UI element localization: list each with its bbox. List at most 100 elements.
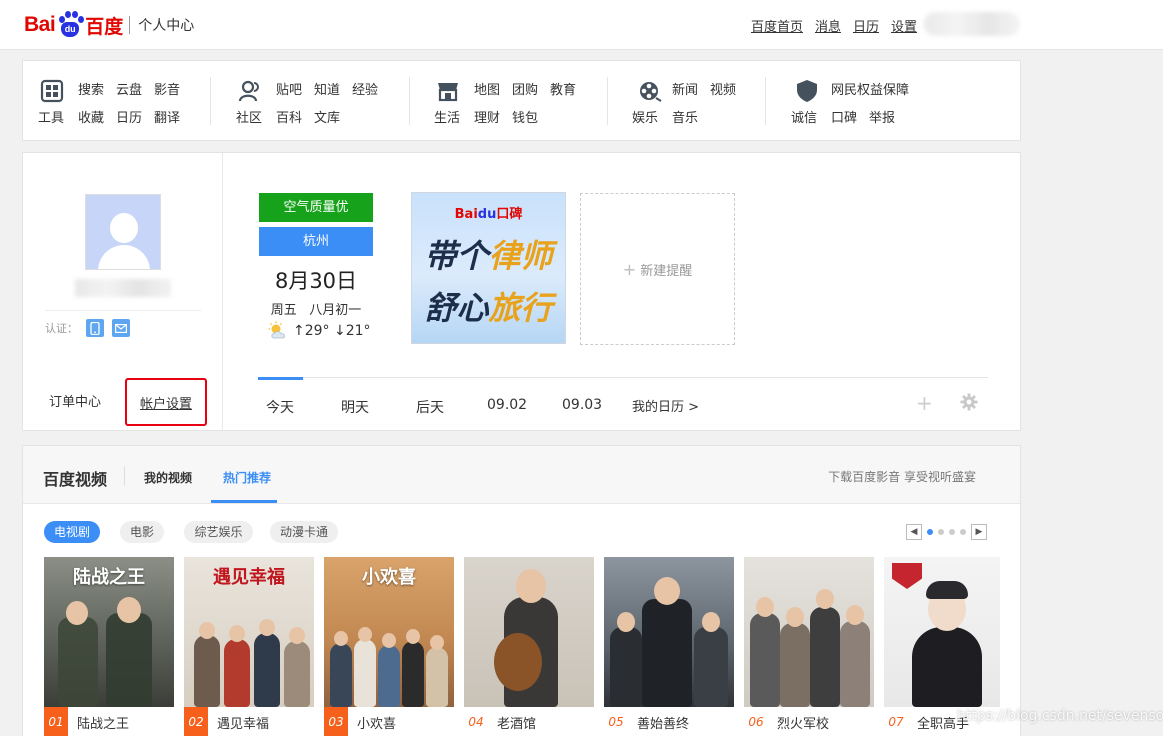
nav-wallet[interactable]: 钱包	[512, 105, 538, 133]
day-tab-today[interactable]: 今天	[266, 397, 294, 417]
video-title[interactable]: 烈火军校	[777, 713, 829, 732]
weekday: 周五	[270, 303, 297, 318]
link-messages[interactable]: 消息	[815, 16, 841, 35]
video-poster[interactable]	[604, 557, 734, 707]
nav-report[interactable]: 举报	[869, 105, 895, 133]
page-title: 个人中心	[138, 18, 195, 34]
pager-dot[interactable]	[960, 529, 966, 535]
weekday-lunar: 周五 八月初一	[259, 299, 373, 318]
tab-my-videos[interactable]: 我的视频	[144, 469, 192, 486]
nav-map[interactable]: 地图	[474, 77, 500, 105]
blurred-username[interactable]	[924, 12, 1020, 36]
nav-video[interactable]: 视频	[710, 77, 736, 105]
video-header: 百度视频 我的视频 热门推荐 下载百度影音 享受视听盛宴	[23, 446, 1020, 504]
nav-music[interactable]: 音乐	[672, 105, 698, 133]
city-badge[interactable]: 杭州	[259, 227, 373, 256]
next-arrow-icon[interactable]: ▶	[971, 524, 987, 540]
koubei-promo-banner[interactable]: Baidu口碑 带个律师 舒心旅行	[411, 192, 566, 344]
nav-group-integrity: 诚信 网民权益保障 口碑 举报	[791, 75, 961, 131]
video-poster[interactable]	[464, 557, 594, 707]
nav-tieba[interactable]: 贴吧	[276, 77, 302, 105]
rank-number: 03	[324, 707, 348, 736]
mail-icon[interactable]	[112, 319, 130, 337]
category-movie[interactable]: 电影	[120, 521, 164, 543]
weather-row: ↑29° ↓21°	[267, 321, 371, 341]
nav-translate[interactable]: 翻译	[154, 105, 180, 133]
pager-dot[interactable]	[949, 529, 955, 535]
download-player-link[interactable]: 下载百度影音 享受视听盛宴	[828, 468, 976, 485]
nav-koubei[interactable]: 口碑	[831, 105, 857, 133]
category-anime[interactable]: 动漫卡通	[270, 521, 338, 543]
nav-search[interactable]: 搜索	[78, 77, 104, 105]
nav-zhidao[interactable]: 知道	[314, 77, 340, 105]
nav-jingyan[interactable]: 经验	[352, 77, 378, 105]
link-baidu-home[interactable]: 百度首页	[751, 16, 803, 35]
nav-label-entertainment[interactable]: 娱乐	[632, 107, 668, 126]
nav-groupbuy[interactable]: 团购	[512, 77, 538, 105]
phone-icon[interactable]	[86, 319, 104, 337]
video-title[interactable]: 小欢喜	[357, 713, 396, 732]
pager-dot[interactable]	[927, 529, 933, 535]
link-settings[interactable]: 设置	[891, 16, 917, 35]
video-title[interactable]: 善始善终	[637, 713, 689, 732]
day-tab-tomorrow[interactable]: 明天	[341, 397, 369, 417]
nav-wenku[interactable]: 文库	[314, 105, 340, 133]
video-card[interactable]: 04 老酒馆	[464, 557, 594, 736]
film-reel-icon[interactable]	[636, 77, 664, 105]
video-poster[interactable]	[744, 557, 874, 707]
rank-number: 06	[748, 715, 764, 729]
avatar[interactable]	[85, 194, 161, 270]
nav-label-community[interactable]: 社区	[236, 107, 272, 126]
day-tab-0903[interactable]: 09.03	[562, 397, 602, 413]
video-card[interactable]: 遇见幸福 02 遇见幸福	[184, 557, 314, 736]
video-card[interactable]: 05 善始善终	[604, 557, 734, 736]
link-calendar[interactable]: 日历	[853, 16, 879, 35]
current-date: 8月30日	[274, 269, 358, 293]
shield-icon[interactable]	[793, 77, 821, 105]
promo-line-2: 舒心旅行	[424, 289, 553, 327]
nav-education[interactable]: 教育	[550, 77, 576, 105]
community-icon[interactable]	[236, 77, 264, 105]
video-title[interactable]: 遇见幸福	[217, 713, 269, 732]
nav-baike[interactable]: 百科	[276, 105, 302, 133]
day-tab-after-tomorrow[interactable]: 后天	[416, 397, 444, 417]
nav-calendar[interactable]: 日历	[116, 105, 142, 133]
paw-icon: du	[56, 11, 85, 39]
category-tv[interactable]: 电视剧	[44, 521, 100, 543]
video-title[interactable]: 陆战之王	[77, 713, 129, 732]
video-title[interactable]: 老酒馆	[497, 713, 536, 732]
gear-icon[interactable]	[960, 393, 978, 411]
prev-arrow-icon[interactable]: ◀	[906, 524, 922, 540]
nav-news[interactable]: 新闻	[672, 77, 698, 105]
store-icon[interactable]	[434, 77, 462, 105]
video-card[interactable]: 小欢喜 03 小欢喜	[324, 557, 454, 736]
nav-label-integrity[interactable]: 诚信	[791, 107, 827, 126]
category-variety[interactable]: 综艺娱乐	[184, 521, 253, 543]
baidu-logo[interactable]: Bai du 百度 个人中心	[24, 9, 194, 41]
profile-divider	[45, 310, 201, 311]
video-poster[interactable]: 陆战之王	[44, 557, 174, 707]
poster-title: 小欢喜	[362, 567, 416, 588]
video-poster[interactable]: 遇见幸福	[184, 557, 314, 707]
hair	[926, 581, 968, 599]
nav-label-tools[interactable]: 工具	[38, 107, 74, 126]
nav-cloud[interactable]: 云盘	[116, 77, 142, 105]
order-center-link[interactable]: 订单中心	[49, 391, 101, 410]
day-tab-0902[interactable]: 09.02	[487, 397, 527, 413]
my-calendar-link[interactable]: 我的日历 >	[632, 396, 699, 415]
nav-label-life[interactable]: 生活	[434, 107, 470, 126]
nav-rights-protection[interactable]: 网民权益保障	[831, 77, 909, 105]
pager-dot[interactable]	[938, 529, 944, 535]
tools-icon[interactable]	[38, 77, 66, 105]
nav-finance[interactable]: 理财	[474, 105, 500, 133]
tab-hot-recommend[interactable]: 热门推荐	[223, 469, 271, 486]
video-card[interactable]: 陆战之王 01 陆战之王	[44, 557, 174, 736]
account-settings-link[interactable]: 帐户设置	[140, 393, 192, 412]
nav-favorites[interactable]: 收藏	[78, 105, 104, 133]
nav-media[interactable]: 影音	[154, 77, 180, 105]
video-poster[interactable]: 小欢喜	[324, 557, 454, 707]
video-poster[interactable]	[884, 557, 1000, 707]
video-card[interactable]: 06 烈火军校	[744, 557, 874, 736]
new-reminder-button[interactable]: + 新建提醒	[580, 193, 735, 345]
add-event-icon[interactable]: +	[916, 393, 933, 413]
